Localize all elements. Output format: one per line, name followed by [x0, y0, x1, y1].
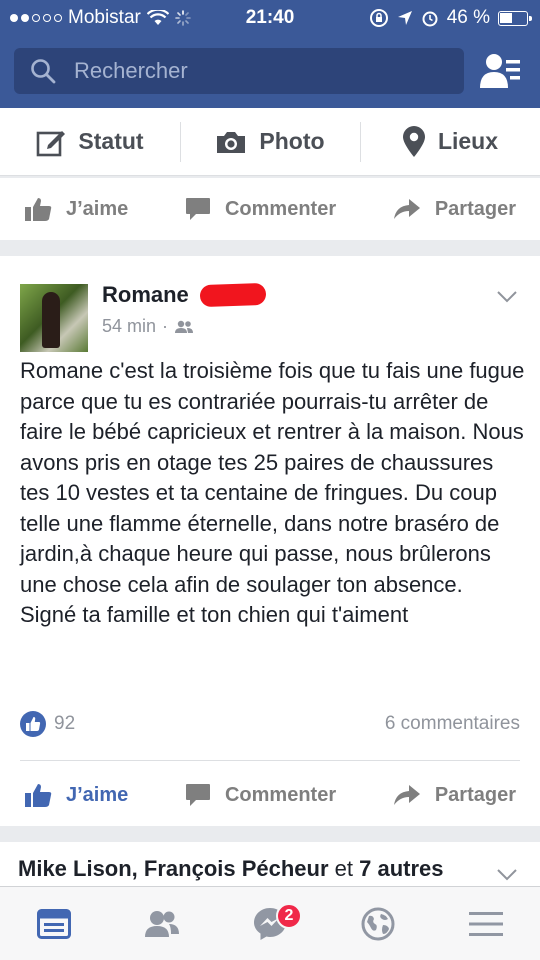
comment-icon — [185, 784, 210, 806]
next-post-header: Mike Lison, François Pécheur et 7 autres — [0, 842, 540, 892]
alarm-icon — [422, 11, 438, 27]
redaction-mark — [199, 282, 267, 308]
battery-percentage: 46 % — [446, 7, 490, 28]
tab-menu[interactable] — [432, 887, 540, 960]
camera-icon — [217, 131, 246, 153]
comment-icon — [185, 198, 210, 220]
top-header: Mobistar 21:40 46 % — [0, 0, 540, 108]
bottom-tab-bar: 2 — [0, 886, 540, 960]
search-input[interactable] — [74, 58, 434, 84]
hamburger-menu-icon — [469, 911, 503, 936]
search-icon — [31, 59, 56, 84]
share-arrow-icon — [393, 199, 420, 219]
status-bar: Mobistar 21:40 46 % — [0, 0, 540, 36]
tab-friend-requests[interactable] — [108, 887, 216, 960]
comment-button[interactable]: Commenter — [185, 197, 336, 221]
reactions-summary[interactable]: 92 — [20, 711, 75, 737]
avatar[interactable] — [20, 284, 88, 352]
comment-count[interactable]: 6 commentaires — [385, 713, 520, 735]
comment-button[interactable]: Commenter — [185, 783, 336, 807]
like-button[interactable]: J’aime — [24, 782, 128, 808]
places-label: Lieux — [437, 128, 499, 154]
post-time[interactable]: 54 min — [102, 316, 156, 337]
friends-icon — [145, 910, 179, 937]
thumbs-up-icon — [25, 198, 52, 221]
post-stats: 92 6 commentaires — [20, 710, 520, 738]
divider — [20, 760, 520, 761]
status-button[interactable]: Statut — [0, 108, 180, 175]
battery-icon — [498, 10, 532, 26]
next-post-reactors[interactable]: Mike Lison, François Pécheur et 7 autres — [18, 856, 444, 882]
news-feed-icon — [37, 908, 71, 939]
thumbs-up-icon — [25, 784, 52, 807]
chevron-down-icon[interactable] — [496, 290, 518, 304]
like-reaction-icon — [20, 711, 46, 737]
friends-audience-icon — [175, 320, 194, 333]
location-pin-icon — [402, 125, 425, 157]
photo-label: Photo — [259, 128, 325, 154]
search-bar[interactable] — [14, 48, 464, 94]
tab-news-feed[interactable] — [0, 887, 108, 960]
photo-button[interactable]: Photo — [180, 108, 360, 175]
places-button[interactable]: Lieux — [360, 108, 540, 175]
edit-status-icon — [37, 130, 66, 156]
tab-messenger[interactable]: 2 — [216, 887, 324, 960]
rotation-lock-icon — [369, 9, 388, 27]
post-card: Romane 54 min · Romane c'est la troisièm… — [0, 256, 540, 826]
post-actions: J’aime Commenter Partager — [0, 764, 540, 826]
post-meta: 54 min · — [102, 316, 194, 337]
globe-icon — [361, 907, 395, 940]
like-button[interactable]: J’aime — [24, 196, 128, 222]
post-text: Romane c'est la troisième fois que tu fa… — [20, 358, 525, 627]
share-button[interactable]: Partager — [393, 197, 516, 221]
tab-notifications[interactable] — [324, 887, 432, 960]
location-arrow-icon — [397, 11, 412, 25]
share-arrow-icon — [393, 785, 420, 805]
chevron-down-icon[interactable] — [496, 868, 518, 882]
messenger-badge: 2 — [276, 903, 302, 929]
friends-list-icon[interactable] — [480, 52, 522, 90]
previous-post-actions: J’aime Commenter Partager — [0, 178, 540, 240]
status-label: Statut — [78, 128, 144, 154]
share-button[interactable]: Partager — [393, 783, 516, 807]
post-author[interactable]: Romane — [102, 282, 189, 308]
like-count: 92 — [54, 713, 76, 734]
composer-bar: Statut Photo Lieux — [0, 108, 540, 176]
